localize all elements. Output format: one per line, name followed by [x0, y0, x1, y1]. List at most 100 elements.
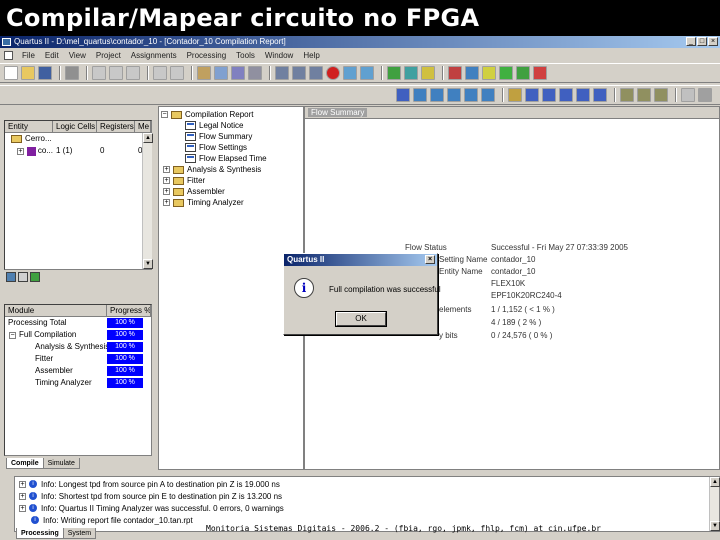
files-tab-icon[interactable] — [18, 272, 28, 282]
paste-icon[interactable] — [126, 66, 140, 80]
menu-assignments[interactable]: Assignments — [126, 51, 182, 60]
expand-icon[interactable]: + — [19, 480, 26, 488]
menu-help[interactable]: Help — [298, 51, 324, 60]
table-row[interactable]: − Full Compilation 100 % — [5, 329, 151, 341]
table-row[interactable]: Cerro... — [5, 133, 151, 145]
close-button[interactable]: × — [708, 37, 718, 46]
col-entity[interactable]: Entity — [5, 121, 53, 132]
col-progress[interactable]: Progress % — [107, 305, 151, 316]
chip-editor-icon[interactable] — [516, 66, 530, 80]
pin-icon[interactable] — [542, 88, 556, 102]
library-icon[interactable] — [620, 88, 634, 102]
dialog-close-button[interactable]: × — [425, 255, 435, 264]
board-icon[interactable] — [637, 88, 651, 102]
design-assistant-icon[interactable] — [593, 88, 607, 102]
messages-scrollbar[interactable]: ▲ ▼ — [709, 477, 720, 531]
tree-item-analysis-synthesis[interactable]: + Analysis & Synthesis — [163, 164, 261, 175]
tree-item-fitter[interactable]: + Fitter — [163, 175, 205, 186]
wand-icon[interactable] — [681, 88, 695, 102]
pin-planner-icon[interactable] — [482, 66, 496, 80]
expand-icon[interactable]: + — [19, 492, 26, 500]
project-icon[interactable] — [197, 66, 211, 80]
expand-icon[interactable]: + — [163, 199, 170, 206]
tree-item-compilation-report[interactable]: − Compilation Report — [161, 109, 253, 120]
table-row[interactable]: Analysis & Synthesis 100 % — [5, 341, 151, 353]
save-icon[interactable] — [38, 66, 52, 80]
col-logic-cells[interactable]: Logic Cells — [53, 121, 97, 132]
analysis-icon[interactable] — [292, 66, 306, 80]
new-file-icon[interactable] — [4, 66, 18, 80]
menu-view[interactable]: View — [64, 51, 91, 60]
expand-icon[interactable]: + — [163, 166, 170, 173]
print-icon[interactable] — [65, 66, 79, 80]
menu-project[interactable]: Project — [91, 51, 126, 60]
tree-item-assembler[interactable]: + Assembler — [163, 186, 225, 197]
assignment-editor-icon[interactable] — [525, 88, 539, 102]
expand-icon[interactable]: + — [19, 504, 26, 512]
open-folder-icon[interactable] — [21, 66, 35, 80]
settings-icon[interactable] — [214, 66, 228, 80]
hierarchy-scrollbar[interactable]: ▲ ▼ — [142, 133, 153, 269]
megawizard-icon[interactable] — [499, 66, 513, 80]
design-units-tab-icon[interactable] — [30, 272, 40, 282]
message-line[interactable]: + i Info: Quartus II Timing Analyzer was… — [19, 503, 284, 513]
timing-analyzer-icon[interactable] — [464, 88, 478, 102]
collapse-icon[interactable]: − — [9, 331, 16, 339]
tree-item-flow-summary[interactable]: Flow Summary — [185, 131, 252, 142]
col-module[interactable]: Module — [5, 305, 107, 316]
assembler-icon[interactable] — [447, 88, 461, 102]
options-icon[interactable] — [698, 88, 712, 102]
pencil-icon[interactable] — [508, 88, 522, 102]
table-row[interactable]: Assembler 100 % — [5, 365, 151, 377]
rtl-viewer-icon[interactable] — [421, 66, 435, 80]
tree-item-flow-elapsed-time[interactable]: Flow Elapsed Time — [185, 153, 267, 164]
message-line[interactable]: + i Info: Shortest tpd from source pin E… — [19, 491, 282, 501]
table-row[interactable]: Fitter 100 % — [5, 353, 151, 365]
scroll-up-icon[interactable]: ▲ — [143, 133, 153, 143]
copy-icon[interactable] — [109, 66, 123, 80]
table-row[interactable]: Timing Analyzer 100 % — [5, 377, 151, 389]
logic-lock-icon[interactable] — [559, 88, 573, 102]
expand-icon[interactable]: + — [163, 188, 170, 195]
ok-button[interactable]: OK — [335, 311, 387, 327]
floorplan-icon[interactable] — [448, 66, 462, 80]
scroll-down-icon[interactable]: ▼ — [710, 521, 720, 531]
signaltap-icon[interactable] — [533, 66, 547, 80]
chip-planner-icon[interactable] — [248, 66, 262, 80]
table-row[interactable]: Processing Total 100 % — [5, 317, 151, 329]
message-line[interactable]: + i Info: Longest tpd from source pin A … — [19, 479, 280, 489]
minimize-button[interactable]: _ — [686, 37, 696, 46]
timing-wizard-icon[interactable] — [576, 88, 590, 102]
programmer-icon[interactable] — [360, 66, 374, 80]
fitter-icon[interactable] — [430, 88, 444, 102]
menu-tools[interactable]: Tools — [231, 51, 260, 60]
timing-icon[interactable] — [309, 66, 323, 80]
scroll-up-icon[interactable]: ▲ — [710, 477, 720, 487]
synthesis-icon[interactable] — [413, 88, 427, 102]
col-memory[interactable]: Me — [135, 121, 151, 132]
eda-netlist-icon[interactable] — [481, 88, 495, 102]
start-compilation-icon[interactable] — [275, 66, 289, 80]
table-row[interactable]: + co... 1 (1) 0 0 — [5, 145, 151, 157]
menu-processing[interactable]: Processing — [182, 51, 232, 60]
hierarchy-tab-icon[interactable] — [6, 272, 16, 282]
waveform-icon[interactable] — [387, 66, 401, 80]
scroll-down-icon[interactable]: ▼ — [143, 259, 153, 269]
compile-mode-icon[interactable] — [396, 88, 410, 102]
tab-simulate[interactable]: Simulate — [42, 458, 80, 469]
tab-system[interactable]: System — [62, 528, 97, 539]
message-line[interactable]: i Info: Writing report file contador_10.… — [31, 515, 193, 525]
cut-icon[interactable] — [92, 66, 106, 80]
report-icon[interactable] — [343, 66, 357, 80]
collapse-icon[interactable]: − — [161, 111, 168, 118]
tree-item-timing-analyzer[interactable]: + Timing Analyzer — [163, 197, 244, 208]
simulator-icon[interactable] — [404, 66, 418, 80]
layout-icon[interactable] — [654, 88, 668, 102]
netlist-icon[interactable] — [465, 66, 479, 80]
stop-icon[interactable] — [326, 66, 340, 80]
tab-processing[interactable]: Processing — [16, 528, 64, 539]
assignments-icon[interactable] — [231, 66, 245, 80]
redo-icon[interactable] — [170, 66, 184, 80]
expand-icon[interactable]: + — [17, 147, 24, 155]
col-registers[interactable]: Registers — [97, 121, 135, 132]
